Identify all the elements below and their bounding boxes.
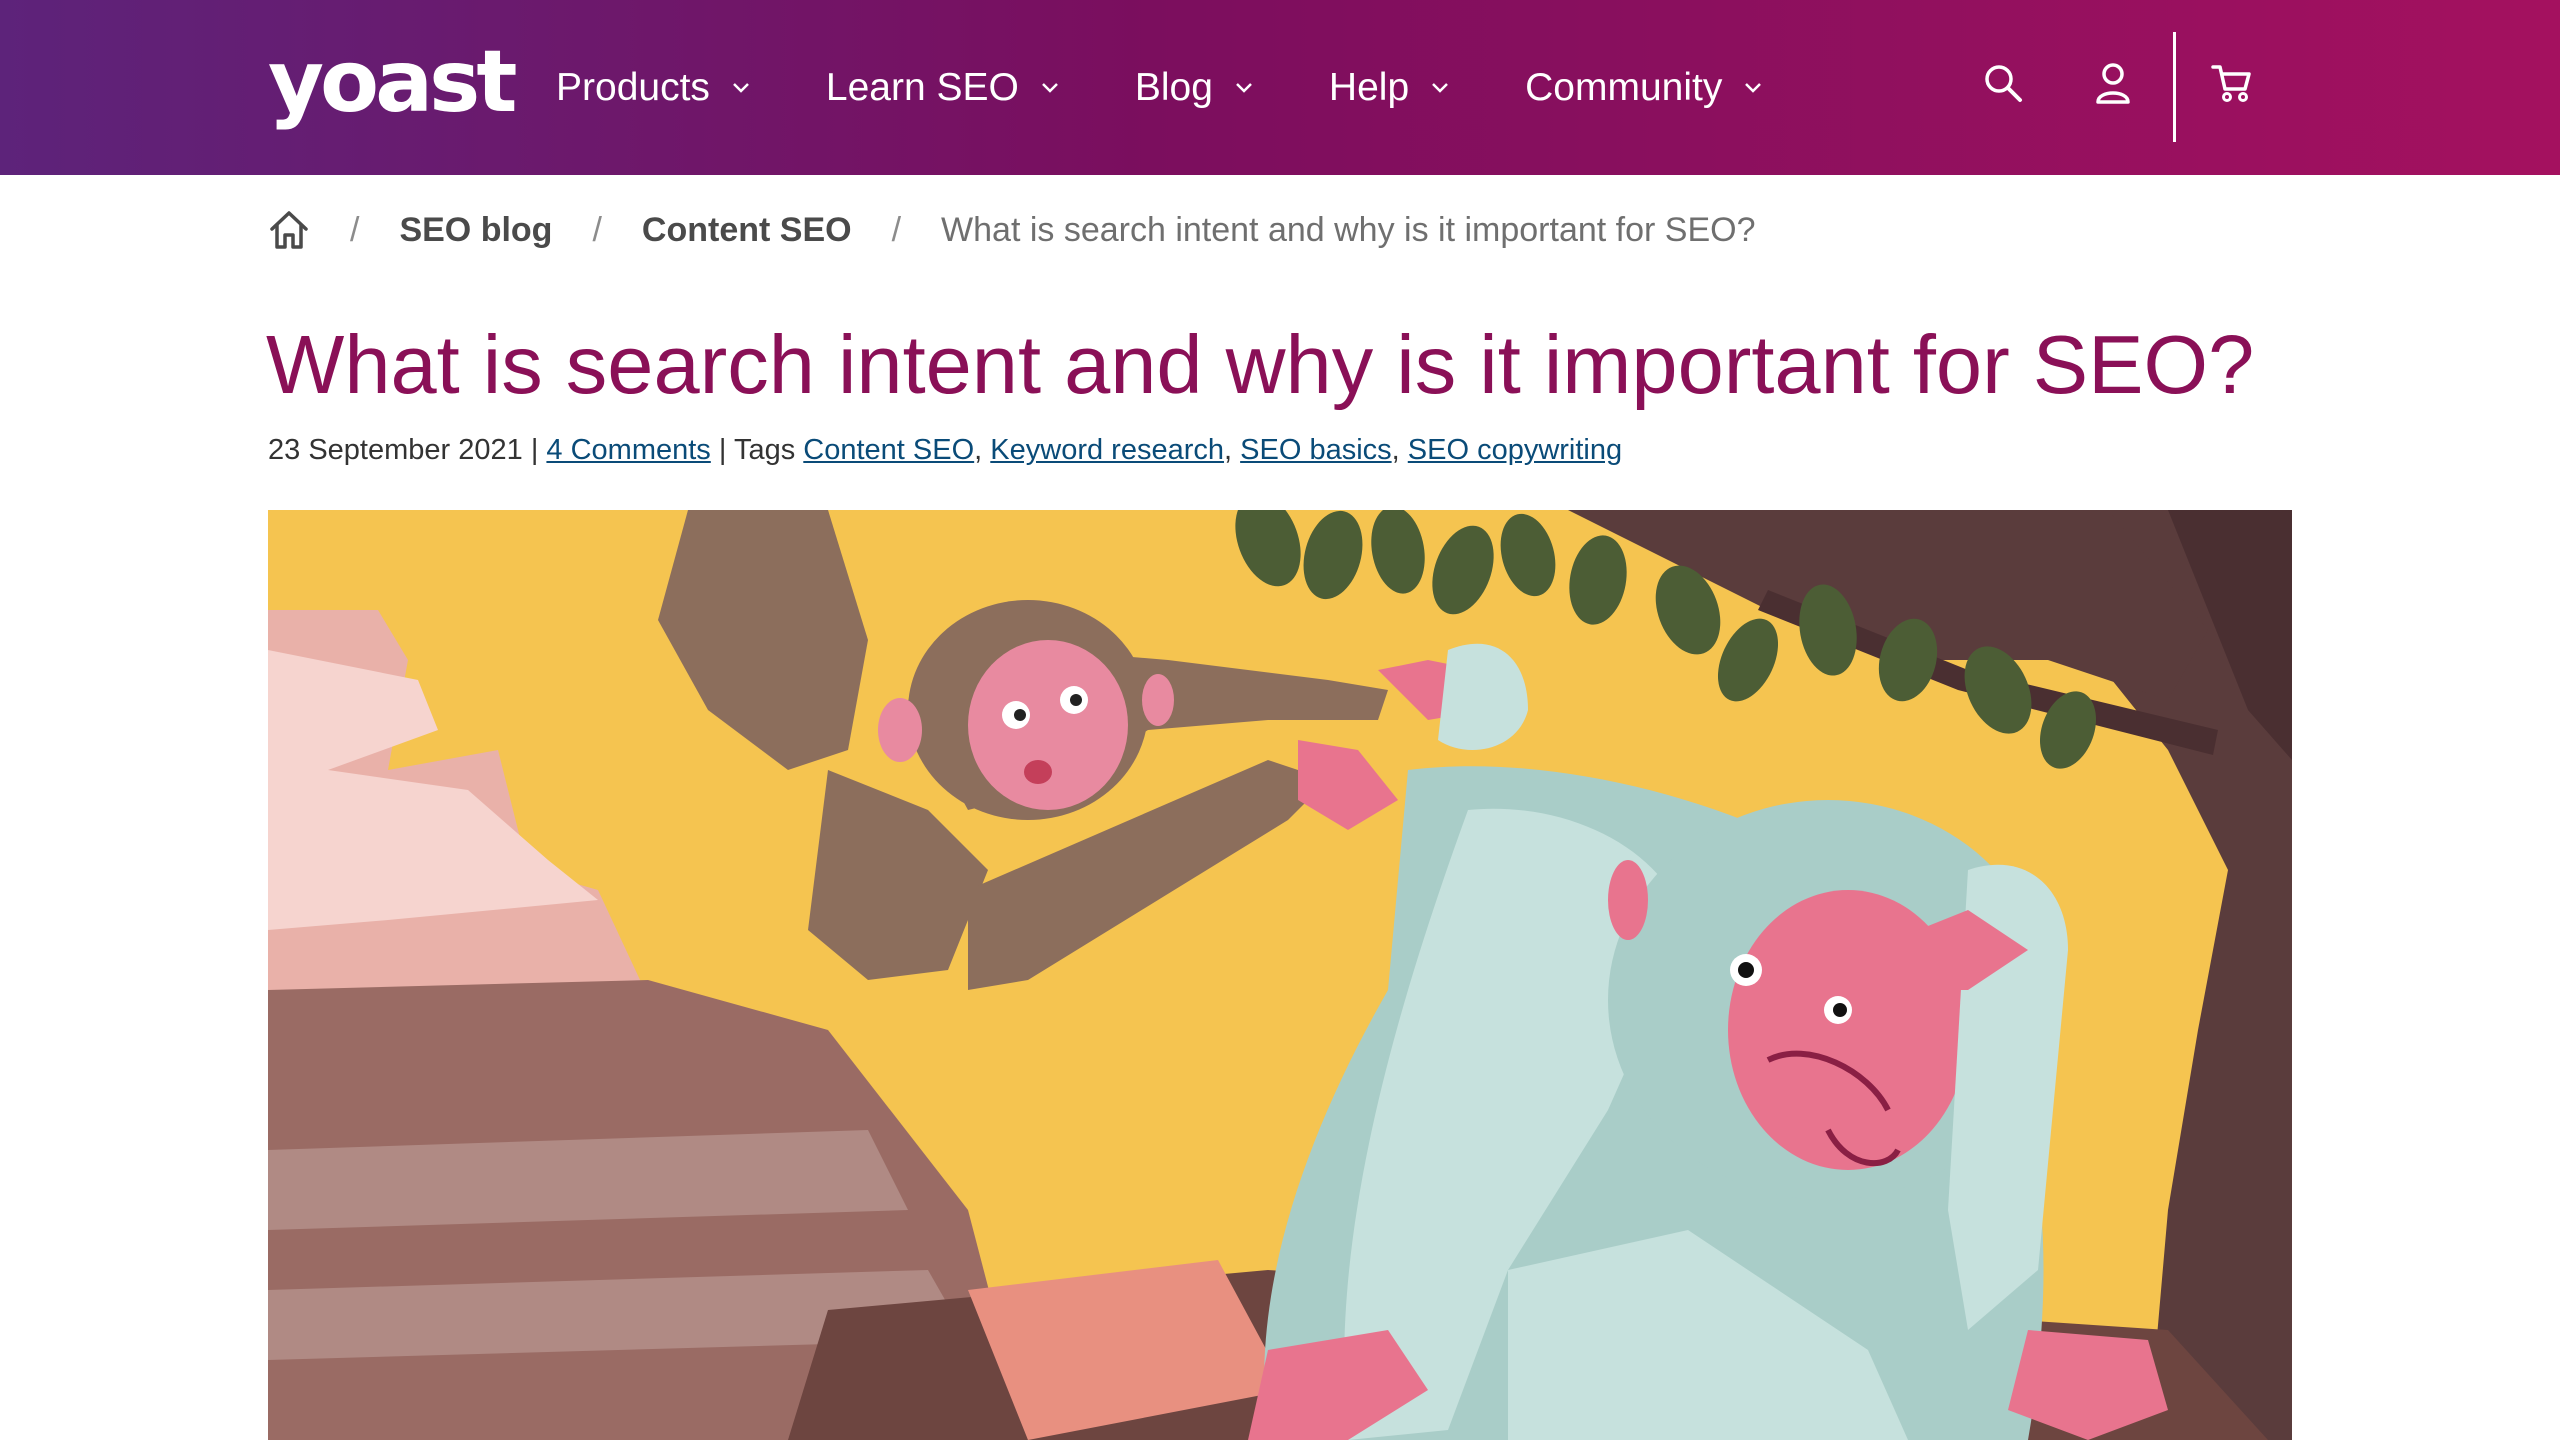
chevron-down-icon [1041,82,1059,94]
nav-label: Blog [1134,65,1213,109]
breadcrumb-current: What is search intent and why is it impo… [941,210,1756,249]
yoast-logo[interactable]: yoast [268,22,517,142]
home-icon[interactable] [268,209,310,251]
comments-link[interactable]: 4 Comments [546,434,710,466]
breadcrumb-separator: / [592,210,602,249]
nav-label: Help [1328,65,1410,109]
user-icon[interactable] [2090,60,2136,106]
tag-link-seo-copywriting[interactable]: SEO copywriting [1408,434,1622,466]
tag-comma: , [974,434,983,466]
page-title: What is search intent and why is it impo… [266,318,2255,411]
post-meta: 23 September 2021 | 4 Comments | Tags Co… [268,434,1622,467]
nav-label: Learn SEO [825,65,1019,109]
tag-link-seo-basics[interactable]: SEO basics [1240,434,1392,466]
chevron-down-icon [732,82,750,94]
hero-illustration [268,510,2292,1440]
breadcrumb-separator: / [891,210,902,249]
nav-item-blog[interactable]: Blog [1135,66,1253,110]
meta-separator: | [530,434,539,466]
nav-label: Community [1525,65,1723,109]
breadcrumb-separator: / [350,210,360,249]
nav-item-products[interactable]: Products [556,66,750,110]
tag-link-keyword-research[interactable]: Keyword research [990,434,1224,466]
tag-link-content-seo[interactable]: Content SEO [803,434,974,466]
chevron-down-icon [1235,82,1253,94]
breadcrumb-link-seo-blog[interactable]: SEO blog [399,211,552,250]
tag-comma: , [1391,434,1400,466]
search-icon[interactable] [1980,60,2026,106]
breadcrumb-link-content-seo[interactable]: Content SEO [642,211,852,250]
nav-item-help[interactable]: Help [1329,66,1449,110]
main-nav: Products Learn SEO Blog Help Community [556,0,1838,175]
nav-item-community[interactable]: Community [1525,66,1762,110]
chevron-down-icon [1744,82,1762,94]
header-divider [2173,32,2176,142]
breadcrumb: / SEO blog / Content SEO / What is searc… [268,205,1756,255]
chevron-down-icon [1431,82,1449,94]
nav-label: Products [556,65,710,109]
cart-icon[interactable] [2208,60,2256,106]
site-header: yoast Products Learn SEO Blog Help Commu… [0,0,2560,175]
tag-comma: , [1224,434,1233,466]
tags-label: Tags [733,434,796,466]
meta-separator: | [718,434,727,466]
nav-item-learn-seo[interactable]: Learn SEO [826,66,1059,110]
post-date: 23 September 2021 [268,434,523,466]
hero-image [268,510,2292,1440]
